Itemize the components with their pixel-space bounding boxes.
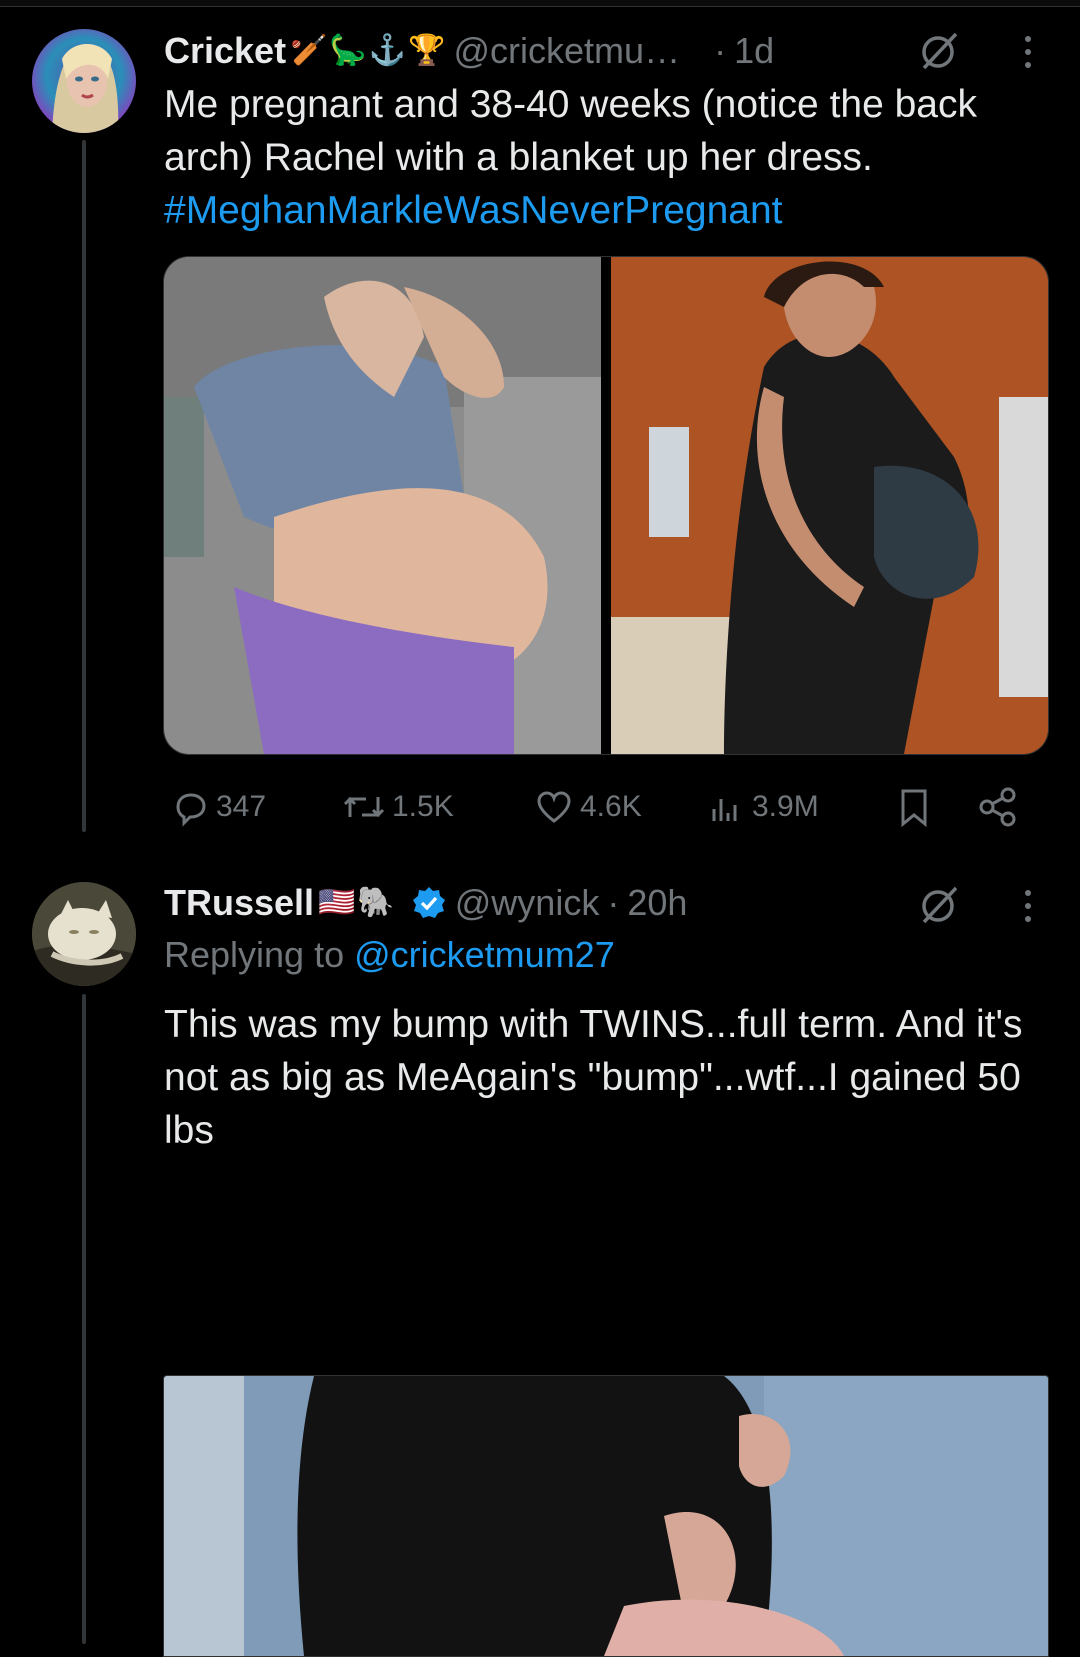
author-emoji-badges: 🇺🇸 🐘 <box>318 888 395 918</box>
grok-icon[interactable] <box>918 28 962 72</box>
author-handle[interactable]: @cricketmu… <box>454 30 681 72</box>
share-icon <box>979 787 1016 827</box>
emoji-badge: 🐘 <box>357 886 395 919</box>
timestamp[interactable]: 1d <box>734 30 774 72</box>
tweet-body: Me pregnant and 38-40 weeks (notice the … <box>164 83 978 179</box>
top-divider <box>0 0 1080 7</box>
grok-icon[interactable] <box>918 882 962 926</box>
tweet-header: Cricket 🏏 🦕 ⚓ 🏆 @cricketmu… · 1d <box>164 26 1048 76</box>
bookmark-icon <box>901 789 927 828</box>
author-name[interactable]: TRussell <box>164 882 314 924</box>
emoji-badge: ⚓ <box>368 34 407 67</box>
views-icon <box>712 799 737 821</box>
like-count: 4.6K <box>580 790 642 823</box>
hashtag-link[interactable]: #MeghanMarkleWasNeverPregnant <box>164 189 783 232</box>
tweet-media[interactable] <box>163 1375 1049 1657</box>
reply-count: 347 <box>216 790 267 823</box>
views-count: 3.9M <box>752 790 819 823</box>
replying-to-handle[interactable]: @cricketmum27 <box>354 934 615 975</box>
avatar-trussell[interactable] <box>32 882 136 986</box>
like-button[interactable]: 4.6K <box>534 787 642 827</box>
media-photo <box>164 1376 1048 1656</box>
like-icon <box>537 791 571 823</box>
more-icon[interactable] <box>1018 884 1038 928</box>
tweet-body: This was my bump with TWINS...full term.… <box>164 1003 1023 1152</box>
emoji-badge: 🏏 <box>290 34 328 67</box>
replying-to: Replying to @cricketmum27 <box>164 934 1048 976</box>
repost-count: 1.5K <box>392 790 454 823</box>
media-divider <box>601 257 611 754</box>
tweet-text: Me pregnant and 38-40 weeks (notice the … <box>164 78 1048 237</box>
tweet-trussell[interactable]: TRussell 🇺🇸 🐘 @wynick · 20h Replying to … <box>164 878 1048 1157</box>
tweet-header: TRussell 🇺🇸 🐘 @wynick · 20h <box>164 878 1048 928</box>
timestamp[interactable]: 20h <box>627 882 687 924</box>
separator-dot: · <box>607 882 620 923</box>
more-icon[interactable] <box>1018 30 1038 74</box>
tweet-actions: 347 1.5K 4.6K 3.9M <box>164 782 1024 832</box>
reply-icon <box>176 793 206 827</box>
views-button[interactable]: 3.9M <box>706 787 819 827</box>
bookmark-button[interactable] <box>894 786 934 828</box>
emoji-badge: 🦕 <box>329 34 367 67</box>
replying-to-label: Replying to <box>164 934 345 975</box>
share-button[interactable] <box>976 786 1020 828</box>
repost-button[interactable]: 1.5K <box>342 787 454 827</box>
thread-line <box>82 994 86 1644</box>
verified-badge-icon <box>411 885 447 921</box>
repost-icon <box>343 796 385 818</box>
tweet-cricket[interactable]: Cricket 🏏 🦕 ⚓ 🏆 @cricketmu… · 1d Me preg… <box>164 26 1048 237</box>
thread-line <box>82 140 86 832</box>
emoji-badge: 🇺🇸 <box>318 886 356 919</box>
separator-dot: · <box>714 30 727 71</box>
avatar-cricket[interactable] <box>32 29 136 133</box>
tweet-media-grid[interactable] <box>163 256 1049 755</box>
author-handle[interactable]: @wynick <box>455 882 600 924</box>
author-emoji-badges: 🏏 🦕 ⚓ 🏆 <box>290 36 445 66</box>
author-name[interactable]: Cricket <box>164 30 286 72</box>
emoji-badge: 🏆 <box>408 34 446 67</box>
reply-button[interactable]: 347 <box>170 787 266 827</box>
